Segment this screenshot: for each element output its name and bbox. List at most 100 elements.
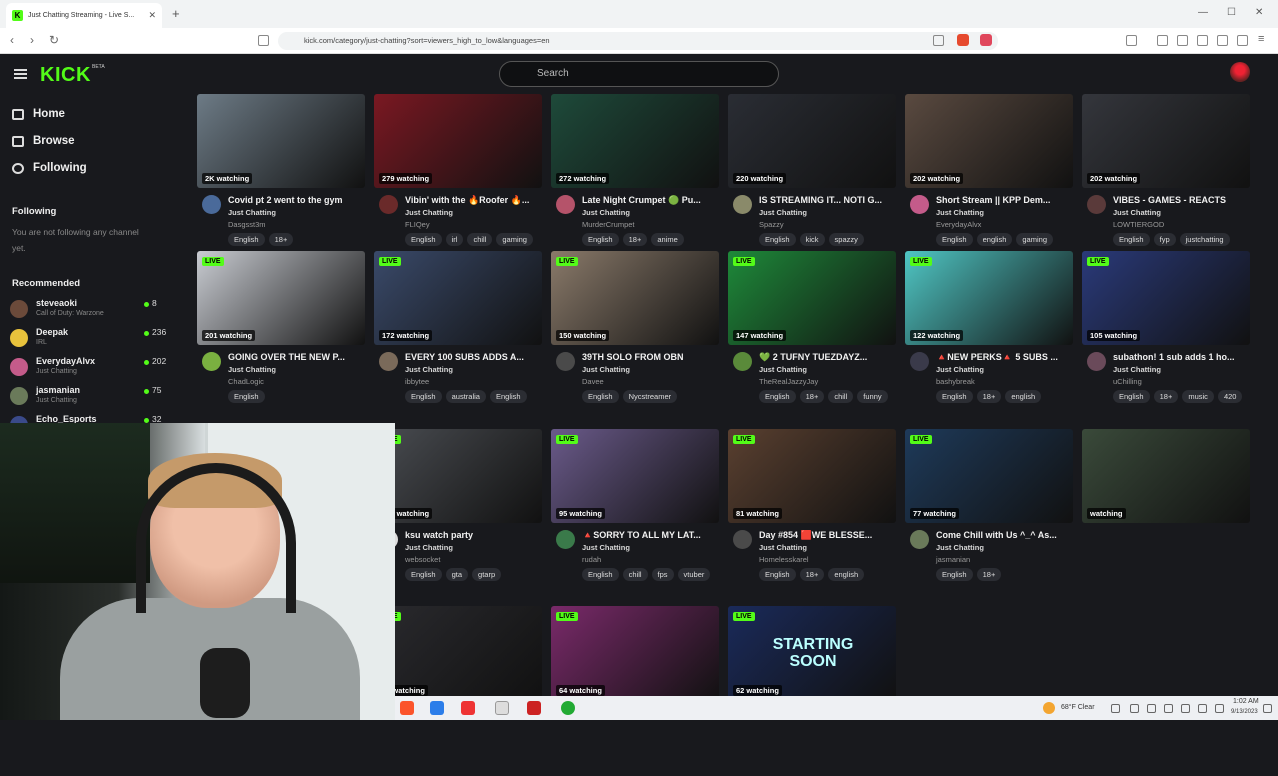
tag-chip[interactable]: English (582, 390, 619, 403)
tag-chip[interactable]: 18+ (799, 390, 825, 403)
stream-title[interactable]: GOING OVER THE NEW P... (228, 352, 362, 362)
tag-chip[interactable]: music (1182, 390, 1214, 403)
stream-thumbnail[interactable]: LIVE 77 watching (905, 429, 1073, 523)
reload-icon[interactable]: ↻ (49, 33, 59, 47)
stream-thumbnail[interactable]: 272 watching (551, 94, 719, 188)
tag-chip[interactable]: English (1113, 233, 1150, 246)
sidebar-item-following[interactable]: Following (12, 162, 87, 174)
menu-icon[interactable]: ≡ (1258, 33, 1264, 45)
tag-chip[interactable]: Nycstreamer (622, 390, 678, 403)
tag-chip[interactable]: australia (445, 390, 486, 403)
tag-chip[interactable]: English (582, 233, 619, 246)
tag-chip[interactable]: justchatting (1179, 233, 1230, 246)
stream-category[interactable]: Just Chatting (936, 365, 984, 374)
stream-title[interactable]: EVERY 100 SUBS ADDS A... (405, 352, 539, 362)
stream-card[interactable]: LIVE 64 watching (551, 606, 719, 776)
sidebar-item-home[interactable]: Home (12, 108, 65, 120)
new-tab-icon[interactable]: + (172, 6, 180, 21)
stream-title[interactable]: Late Night Crumpet 🟢 Pu... (582, 195, 716, 206)
stream-card[interactable]: LIVE STARTING SOON 62 watching (728, 606, 896, 776)
tag-chip[interactable]: English (228, 390, 265, 403)
stream-title[interactable]: 🔺SORRY TO ALL MY LAT... (582, 530, 716, 541)
stream-thumbnail[interactable]: 2K watching (197, 94, 365, 188)
vpn-icon[interactable] (1237, 35, 1248, 46)
forward-icon[interactable]: › (30, 33, 34, 47)
stream-thumbnail[interactable]: 202 watching (1082, 94, 1250, 188)
close-window-icon[interactable]: ✕ (1255, 7, 1263, 18)
tag-chip[interactable]: English (405, 390, 442, 403)
tag-chip[interactable]: English (936, 390, 973, 403)
channel-name[interactable]: Davee (582, 377, 604, 386)
stream-card[interactable]: LIVE 95 watching 🔺SORRY TO ALL MY LAT... Ju… (551, 429, 719, 599)
extension-icon[interactable] (1126, 35, 1137, 46)
tag-chip[interactable]: vtuber (677, 568, 711, 581)
tag-chip[interactable]: 18+ (622, 233, 648, 246)
stream-title[interactable]: 🔺NEW PERKS🔺 5 SUBS ... (936, 352, 1070, 363)
back-icon[interactable]: ‹ (10, 33, 14, 47)
tag-chip[interactable]: chill (622, 568, 648, 581)
tag-chip[interactable]: English (1113, 390, 1150, 403)
clock-date[interactable]: 9/13/2023 (1231, 709, 1258, 715)
stream-card[interactable]: LIVE 122 watching 🔺NEW PERKS🔺 5 SUBS ... Ju… (905, 251, 1073, 421)
stream-card[interactable]: LIVE66 watching (374, 606, 542, 776)
bookmark-icon[interactable] (258, 35, 269, 46)
tag-chip[interactable]: 18+ (976, 390, 1002, 403)
stream-category[interactable]: Just Chatting (759, 543, 807, 552)
rewards-icon[interactable] (980, 34, 992, 46)
tag-chip[interactable]: 18+ (976, 568, 1002, 581)
tag-chip[interactable]: 420 (1217, 390, 1243, 403)
stream-category[interactable]: Just Chatting (1113, 208, 1161, 217)
app-taskbar-icon[interactable] (561, 701, 575, 715)
tray-chevron-icon[interactable] (1111, 704, 1120, 713)
stream-card[interactable]: LIVE 147 watching 💚 2 TUFNY TUEZDAYZ... Jus… (728, 251, 896, 421)
channel-avatar[interactable] (202, 195, 221, 214)
wallet-icon[interactable] (1217, 35, 1228, 46)
channel-avatar[interactable] (910, 195, 929, 214)
stream-category[interactable]: Just Chatting (582, 365, 630, 374)
stream-category[interactable]: Just Chatting (405, 543, 453, 552)
notifications-icon[interactable] (1263, 704, 1272, 713)
channel-avatar[interactable] (379, 195, 398, 214)
brave-taskbar-icon[interactable] (400, 701, 414, 715)
tag-chip[interactable]: English (759, 568, 796, 581)
channel-name[interactable]: Spazzy (759, 220, 784, 229)
stream-card[interactable]: LIVE100 watching ksu watch party Just Chat… (374, 429, 542, 599)
stream-thumbnail[interactable]: watching (1082, 429, 1250, 523)
stream-thumbnail[interactable]: LIVE 147 watching (728, 251, 896, 345)
tag-chip[interactable]: English (936, 233, 973, 246)
stream-card[interactable]: LIVE 81 watching Day #854 🟥WE BLESSE... Jus… (728, 429, 896, 599)
channel-name[interactable]: MurderCrumpet (582, 220, 635, 229)
stream-card[interactable]: LIVE 150 watching 39TH SOLO FROM OBN Just C… (551, 251, 719, 421)
stream-card[interactable]: LIVE 172 watching EVERY 100 SUBS ADDS A...… (374, 251, 542, 421)
stream-category[interactable]: Just Chatting (936, 208, 984, 217)
stream-card[interactable]: LIVE 77 watching Come Chill with Us ^_^ As… (905, 429, 1073, 599)
stream-card[interactable]: LIVE 201 watching GOING OVER THE NEW P... J… (197, 251, 365, 421)
tag-chip[interactable]: gta (445, 568, 469, 581)
stream-thumbnail[interactable]: LIVE 201 watching (197, 251, 365, 345)
recommended-channel[interactable]: steveaoki Call of Duty: Warzone 8 (10, 298, 162, 326)
channel-name[interactable]: rudah (582, 555, 601, 564)
channel-name[interactable]: LOWTIERGOD (1113, 220, 1164, 229)
channel-avatar[interactable] (556, 530, 575, 549)
maximize-icon[interactable]: ☐ (1227, 7, 1236, 18)
profile-avatar[interactable] (1230, 62, 1250, 82)
minimize-icon[interactable]: — (1198, 7, 1208, 18)
kick-logo[interactable]: KICK (40, 64, 91, 87)
hamburger-menu-icon[interactable] (14, 69, 27, 79)
tag-chip[interactable]: English (228, 233, 265, 246)
stream-card[interactable]: 272 watching Late Night Crumpet 🟢 Pu... Ju… (551, 94, 719, 264)
stream-category[interactable]: Just Chatting (405, 365, 453, 374)
tag-chip[interactable]: english (828, 568, 865, 581)
tag-chip[interactable]: English (489, 390, 527, 403)
stream-thumbnail[interactable]: LIVE66 watching (374, 606, 542, 700)
sidebar-item-browse[interactable]: Browse (12, 135, 75, 147)
stream-category[interactable]: Just Chatting (936, 543, 984, 552)
recommended-channel[interactable]: EverydayAlvx Just Chatting 202 (10, 356, 166, 384)
app-taskbar-icon[interactable] (430, 701, 444, 715)
tag-chip[interactable]: gtarp (472, 568, 502, 581)
stream-title[interactable]: IS STREAMING IT... NOTI G... (759, 195, 893, 205)
clock-time[interactable]: 1:02 AM (1233, 698, 1259, 705)
stream-title[interactable]: Day #854 🟥WE BLESSE... (759, 530, 893, 541)
share-icon[interactable] (933, 35, 944, 46)
tag-chip[interactable]: 18+ (799, 568, 825, 581)
